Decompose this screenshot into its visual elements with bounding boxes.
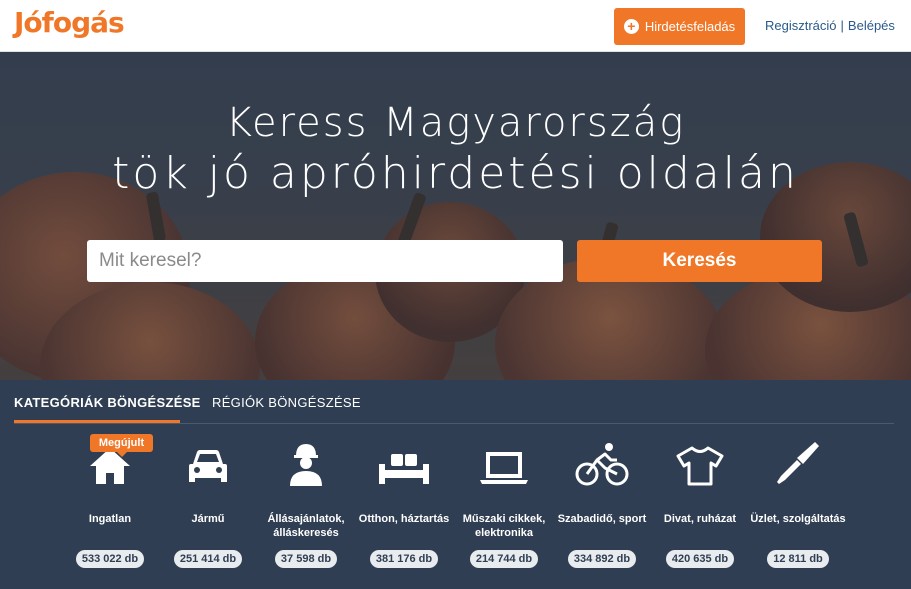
bicycle-icon <box>553 436 651 486</box>
category-label: Divat, ruházat <box>663 513 737 525</box>
new-badge: Megújult <box>90 434 153 457</box>
browse-panel: KATEGÓRIÁK BÖNGÉSZÉSE RÉGIÓK BÖNGÉSZÉSE … <box>0 380 911 589</box>
hero-headline-line1: Keress Magyarország <box>225 100 686 146</box>
auth-separator: | <box>840 18 844 33</box>
category-ingatlan[interactable]: Ingatlan 533 022 db <box>61 436 159 568</box>
top-header: Jófogás + Hirdetésfeladás Regisztráció | B… <box>0 0 911 52</box>
category-jarmu[interactable]: Jármű 251 414 db <box>159 436 257 568</box>
category-divat[interactable]: Divat, ruházat 420 635 db <box>651 436 749 568</box>
search-button[interactable]: Keresés <box>577 240 822 282</box>
laptop-icon <box>455 436 553 486</box>
search-input[interactable] <box>87 240 563 282</box>
active-tab-indicator <box>14 420 180 423</box>
category-allas[interactable]: Állásajánlatok, álláskeresés 37 598 db <box>257 436 355 568</box>
auth-links: Regisztráció | Belépés <box>765 18 895 33</box>
browse-tabs: KATEGÓRIÁK BÖNGÉSZÉSE RÉGIÓK BÖNGÉSZÉSE <box>14 380 894 424</box>
category-count: 251 414 db <box>173 550 243 568</box>
post-ad-label: Hirdetésfeladás <box>644 19 736 34</box>
category-label: Szabadidő, sport <box>557 513 647 525</box>
hero-headline-line2: tök jó apróhirdetési oldalán <box>112 148 799 199</box>
category-label: Ingatlan <box>88 513 132 525</box>
plus-icon: + <box>623 19 639 34</box>
category-count: 381 176 db <box>369 550 439 568</box>
hero-banner: Keress Magyarország tök jó apróhirdetési… <box>0 52 911 380</box>
car-icon <box>159 436 257 486</box>
login-link[interactable]: Belépés <box>848 18 895 33</box>
post-ad-button[interactable]: + Hirdetésfeladás <box>614 8 745 45</box>
register-link[interactable]: Regisztráció <box>765 18 837 33</box>
category-count: 420 635 db <box>665 550 735 568</box>
category-count: 214 744 db <box>469 550 539 568</box>
sofa-icon <box>355 436 453 486</box>
screwdriver-icon <box>749 436 847 486</box>
category-otthon[interactable]: Otthon, háztartás 381 176 db <box>355 436 453 568</box>
category-label: Műszaki cikkek, elektronika <box>462 513 546 539</box>
tab-categories[interactable]: KATEGÓRIÁK BÖNGÉSZÉSE <box>14 395 201 410</box>
category-label: Állásajánlatok, álláskeresés <box>267 513 345 539</box>
category-label: Üzlet, szolgáltatás <box>750 513 846 525</box>
category-count: 37 598 db <box>274 550 338 568</box>
worker-icon <box>257 436 355 486</box>
category-label: Jármű <box>191 513 225 525</box>
category-uzlet[interactable]: Üzlet, szolgáltatás 12 811 db <box>749 436 847 568</box>
category-muszaki[interactable]: Műszaki cikkek, elektronika 214 744 db <box>455 436 553 568</box>
category-szabadido[interactable]: Szabadidő, sport 334 892 db <box>553 436 651 568</box>
site-logo[interactable]: Jófogás <box>14 6 125 39</box>
category-count: 12 811 db <box>767 550 829 568</box>
category-count: 533 022 db <box>75 550 145 568</box>
tshirt-icon <box>651 436 749 486</box>
tab-regions[interactable]: RÉGIÓK BÖNGÉSZÉSE <box>212 395 361 410</box>
category-count: 334 892 db <box>567 550 637 568</box>
category-label: Otthon, háztartás <box>358 513 450 525</box>
